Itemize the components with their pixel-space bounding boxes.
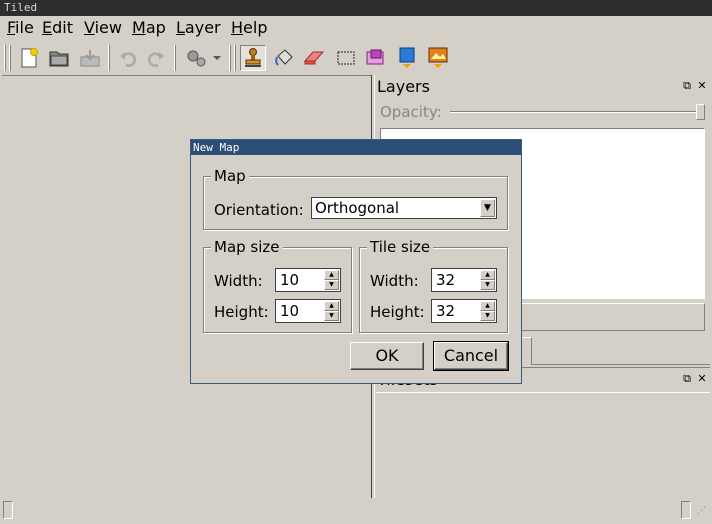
menu-view-rest: iew [94, 18, 122, 37]
toolbar-grip[interactable] [4, 45, 6, 71]
toolbar-grip-4 [234, 45, 236, 71]
map-width-spinbox[interactable]: 10 ▲ ▼ [275, 268, 341, 292]
spin-up-icon[interactable]: ▲ [480, 301, 495, 311]
redo-icon[interactable] [143, 45, 169, 71]
map-width-label: Width: [214, 272, 263, 290]
opacity-label: Opacity: [380, 103, 442, 121]
menu-view-accel: V [84, 18, 95, 37]
toolbar-separator-2 [174, 45, 176, 71]
tilesets-divider [376, 392, 710, 393]
tilesets-close-icon[interactable]: ✕ [696, 373, 708, 385]
orientation-combobox[interactable]: Orthogonal ▼ [311, 197, 497, 219]
map-size-groupbox: Map size Width: 10 ▲ ▼ Height: 10 ▲ ▼ [203, 238, 352, 333]
object-select-icon[interactable] [394, 45, 420, 71]
layers-dock-title: Layers [377, 77, 430, 96]
map-height-label: Height: [214, 303, 269, 321]
menu-view[interactable]: View [84, 19, 122, 37]
menu-file-rest: ile [15, 18, 34, 37]
menu-map[interactable]: Map [132, 19, 166, 37]
ok-button[interactable]: OK [350, 342, 424, 370]
status-bar: ⋰ [0, 498, 712, 524]
bucket-fill-icon[interactable] [271, 45, 297, 71]
orientation-label: Orientation: [214, 201, 304, 219]
toolbar-grip-2 [9, 45, 11, 71]
new-map-dialog: New Map Map Orientation: Orthogonal ▼ Ma… [190, 139, 522, 384]
spin-up-icon[interactable]: ▲ [480, 270, 495, 280]
opacity-slider-track[interactable] [450, 111, 704, 113]
dock-float-icon[interactable]: ⧉ [681, 80, 693, 92]
chevron-down-icon[interactable]: ▼ [480, 199, 495, 217]
rectangle-select-icon[interactable] [333, 45, 359, 71]
stamp-brush-icon[interactable] [240, 45, 266, 71]
tile-size-groupbox: Tile size Width: 32 ▲ ▼ Height: 32 ▲ ▼ [359, 238, 508, 333]
map-size-group-title: Map size [211, 238, 283, 256]
status-left-cell [3, 501, 13, 519]
window-titlebar: Tiled [0, 0, 712, 16]
tile-width-label: Width: [370, 272, 419, 290]
spin-down-icon[interactable]: ▼ [324, 311, 339, 321]
menu-edit-accel: E [42, 18, 53, 37]
menu-edit[interactable]: Edit [42, 19, 73, 37]
size-grip-icon[interactable]: ⋰ [697, 506, 709, 520]
status-right-cell [681, 501, 691, 519]
tile-height-label: Height: [370, 303, 425, 321]
spin-up-icon[interactable]: ▲ [324, 301, 339, 311]
map-width-value: 10 [280, 271, 300, 289]
toolbar [0, 41, 712, 75]
cancel-button[interactable]: Cancel [433, 341, 509, 371]
tile-select-icon[interactable] [363, 45, 389, 71]
open-folder-icon[interactable] [46, 45, 72, 71]
spin-up-icon[interactable]: ▲ [324, 270, 339, 280]
toolbar-separator-1 [108, 45, 110, 71]
spin-down-icon[interactable]: ▼ [480, 280, 495, 290]
commands-icon[interactable] [182, 45, 224, 71]
menu-map-accel: M [132, 18, 146, 37]
menu-layer[interactable]: Layer [176, 19, 221, 37]
eraser-icon[interactable] [301, 45, 327, 71]
map-height-spinbox[interactable]: 10 ▲ ▼ [275, 299, 341, 323]
orientation-value: Orthogonal [315, 199, 400, 217]
save-icon[interactable] [77, 45, 103, 71]
undo-icon[interactable] [115, 45, 141, 71]
image-layer-icon[interactable] [425, 45, 451, 71]
tile-width-value: 32 [436, 271, 456, 289]
menu-help-accel: H [231, 18, 244, 37]
map-groupbox: Map Orientation: Orthogonal ▼ [203, 167, 508, 230]
spin-down-icon[interactable]: ▼ [480, 311, 495, 321]
dialog-titlebar[interactable]: New Map [191, 140, 521, 155]
spin-down-icon[interactable]: ▼ [324, 280, 339, 290]
menu-edit-rest: dit [52, 18, 73, 37]
menu-help[interactable]: Help [231, 19, 267, 37]
menu-file-accel: F [7, 18, 16, 37]
tile-height-value: 32 [436, 302, 456, 320]
window-title: Tiled [4, 1, 38, 14]
toolbar-grip-3 [229, 45, 231, 71]
menu-file[interactable]: File [7, 19, 34, 37]
tilesets-dock: Tilesets ⧉ ✕ [376, 367, 710, 498]
tile-size-group-title: Tile size [367, 238, 434, 256]
dialog-title: New Map [193, 141, 240, 154]
tile-width-spinbox[interactable]: 32 ▲ ▼ [431, 268, 497, 292]
opacity-slider-handle[interactable] [696, 104, 705, 120]
menu-map-rest: ap [145, 18, 166, 37]
menu-help-rest: elp [243, 18, 268, 37]
map-group-title: Map [211, 167, 249, 185]
menu-layer-accel: L [176, 18, 185, 37]
dock-close-icon[interactable]: ✕ [696, 80, 708, 92]
map-height-value: 10 [280, 302, 300, 320]
new-map-icon[interactable] [16, 45, 42, 71]
menubar: File Edit View Map Layer Help [0, 16, 712, 40]
tilesets-float-icon[interactable]: ⧉ [681, 373, 693, 385]
tile-height-spinbox[interactable]: 32 ▲ ▼ [431, 299, 497, 323]
menu-layer-rest: ayer [184, 18, 221, 37]
